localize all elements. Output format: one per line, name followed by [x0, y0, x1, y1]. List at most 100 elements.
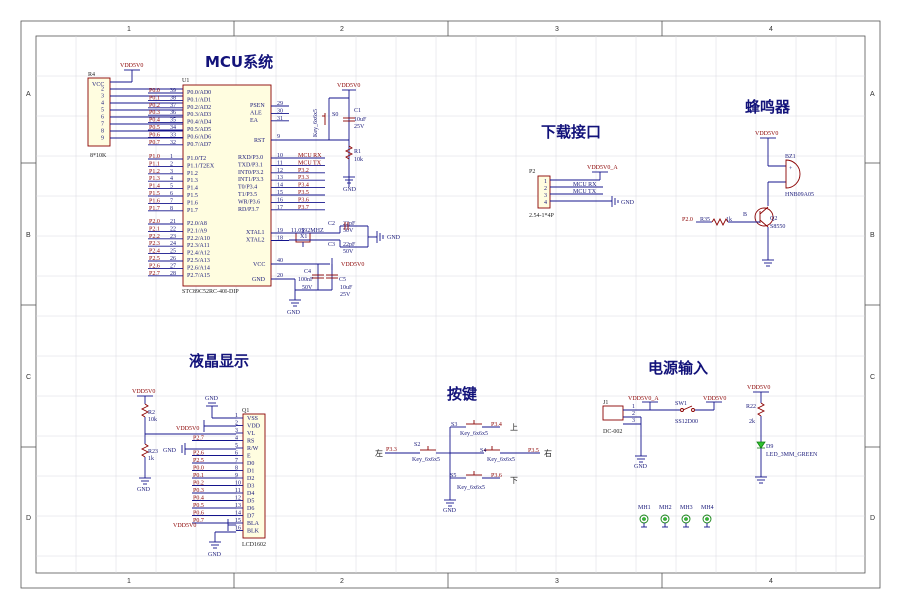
s0-ref: S0 [332, 112, 338, 118]
q1-ref: Q1 [242, 408, 249, 414]
lcd-rw-gnd: GND [163, 448, 177, 454]
mcu-net-p2: P2.0 [149, 219, 160, 225]
bz1-part: HNB09A05 [785, 192, 814, 198]
led-part: LED_3MM_GREEN [766, 452, 818, 458]
mcu-pin-name-p1: P1.1/T2EX [187, 163, 215, 169]
mcu-net-p2: P2.5 [149, 256, 160, 262]
mcu-net-p3: MCU TX [298, 160, 322, 166]
mcu-block: R4 VCC 8*10K VDD5V0 23456789 U1 STC89C52… [87, 63, 401, 316]
mcu-pin-p1: 2 [170, 161, 173, 167]
mcu-net-p3: P3.6 [298, 197, 309, 203]
mcu-pin-name-p2: P2.0/A8 [187, 221, 207, 227]
c3-value: 22pF [343, 242, 356, 248]
mcu-pin-name-p2: P2.5/A13 [187, 258, 210, 264]
c5-ref: C5 [339, 277, 346, 283]
q2-base-pin: B [743, 212, 747, 218]
row-label: D [26, 515, 31, 522]
mcu-pin-name-p2: P2.4/A12 [187, 251, 210, 257]
s3-direction: 上 [510, 423, 518, 432]
sw1-ref: SW1 [675, 401, 687, 407]
section-title-lcd: 液晶显示 [189, 352, 249, 370]
r4-pin: 3 [101, 94, 104, 100]
mcu-net-p1: P1.4 [149, 184, 160, 190]
lcd-pin-name: D0 [247, 461, 254, 467]
section-title-mcu: MCU系统 [205, 53, 273, 71]
mcu-pin-p1: 5 [170, 184, 173, 190]
r4-pin: 2 [101, 87, 104, 93]
col-label: 1 [127, 26, 131, 33]
r23-value: 1k [148, 456, 154, 462]
col-label: 2 [340, 578, 344, 585]
mcu-pin-name-p3: T1/P3.5 [238, 192, 257, 198]
s5-direction: 下 [510, 476, 518, 485]
mcu-pin-name-p1: P1.6 [187, 200, 198, 206]
lcd-pin-name: D3 [247, 484, 254, 490]
r22-ref: R22 [746, 404, 756, 410]
section-title-power: 电源输入 [648, 359, 708, 377]
lcd-net: P0.0 [193, 466, 204, 472]
mcu-pin-p2: 21 [170, 219, 176, 225]
s3-net: P3.4 [491, 422, 502, 428]
r2-value: 10k [148, 417, 157, 423]
dc-jack-j1 [602, 405, 624, 421]
lcd-net: P0.1 [193, 473, 204, 479]
mounting-hole-label: MH2 [659, 505, 672, 511]
q2-part: S8550 [770, 224, 785, 230]
row-label: C [870, 374, 875, 381]
c4-ref: C4 [304, 269, 311, 275]
c3-ref: C3 [328, 242, 335, 248]
row-label: D [870, 515, 875, 522]
mcu-pin-name-p0: P0.0/AD0 [187, 90, 211, 96]
mcu-net-p3: P3.2 [298, 168, 309, 174]
mcu-vcc-name: VCC [253, 262, 265, 268]
buzzer-plus: + [789, 166, 793, 172]
reset-gnd: GND [343, 187, 357, 193]
lcd-net: P2.6 [193, 451, 204, 457]
lcd-net: P0.2 [193, 481, 204, 487]
r4-resistor-array [87, 77, 111, 147]
mcu-net-p2: P2.7 [149, 271, 160, 277]
led-d9 [756, 441, 766, 449]
mcu-pin-p0: 34 [170, 125, 176, 131]
s2-value: Key_6x6x5 [412, 457, 440, 463]
mcu-pin-name-p3: T0/P3.4 [238, 185, 257, 191]
col-label: 3 [555, 26, 559, 33]
mcu-net-p0: P0.5 [149, 125, 160, 131]
s4-ref: S4 [480, 448, 486, 454]
row-label: A [870, 91, 875, 98]
power-net-out: VDD5V0 [703, 396, 726, 402]
lcd-pin-name: D7 [247, 514, 254, 520]
s0-value: Key_6x6x5 [313, 109, 319, 137]
p2-pin-1: 1 [544, 179, 547, 185]
j1-pin-2: 2 [632, 411, 635, 417]
s3-value: Key_6x6x5 [460, 431, 488, 437]
mcu-pin-name-p3: WR/P3.6 [238, 199, 260, 205]
lcd-net: P0.4 [193, 496, 204, 502]
mcu-net-p3: P3.3 [298, 175, 309, 181]
p2-pin-4: 4 [544, 200, 547, 206]
mcu-net-p2: P2.2 [149, 234, 160, 240]
mcu-vcc-pin: 40 [277, 258, 283, 264]
lcd-pin-name: VL [247, 431, 255, 437]
r4-pin: 9 [101, 136, 104, 142]
s5-ref: S5 [450, 473, 456, 479]
mcu-pin-p0: 33 [170, 132, 176, 138]
power-block: J1 DC-002 1 2 3 VDD5V0_A GND SW1 SS12D00… [602, 385, 818, 528]
row-label: C [26, 374, 31, 381]
mcu-pin-p2: 24 [170, 241, 176, 247]
mcu-gnd-pin: 20 [277, 273, 283, 279]
mcu-pin-name-p3: INT0/P3.2 [238, 170, 264, 176]
mcu-pin-name-p1: P1.2 [187, 171, 198, 177]
mcu-net-p2: P2.6 [149, 263, 160, 269]
s3-ref: S3 [451, 422, 457, 428]
mcu-pin-name-p0: P0.3/AD3 [187, 112, 211, 118]
lcd-r2-power-net: VDD5V0 [132, 389, 155, 395]
r23-ref: R23 [148, 449, 158, 455]
mcu-net-p1: P1.5 [149, 191, 160, 197]
row-label: B [26, 232, 31, 239]
j1-part: DC-002 [603, 429, 622, 435]
r4-pin: 4 [101, 101, 104, 107]
buzzer-block: VDD5V0 + BZ1 HNB09A05 Q2 S8550 B P2.0 R3… [682, 131, 814, 267]
q2-ref: Q2 [770, 216, 777, 222]
p2-pin-2: 2 [544, 186, 547, 192]
